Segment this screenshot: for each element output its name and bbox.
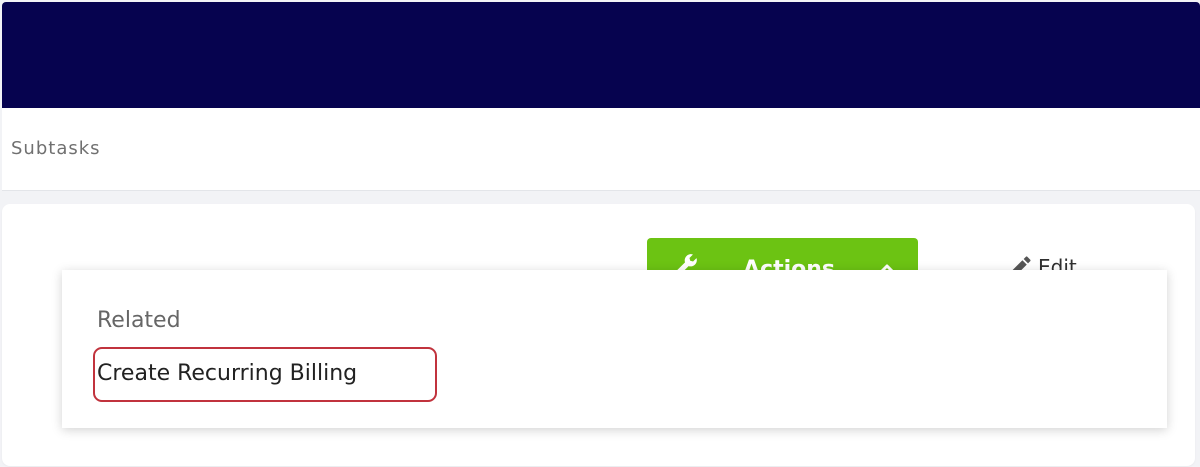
tab-subtasks[interactable]: Subtasks <box>11 138 101 159</box>
dropdown-heading: Related <box>97 308 181 333</box>
menu-item-create-recurring-billing[interactable]: Create Recurring Billing <box>97 361 357 386</box>
tab-strip: Subtasks <box>2 108 1200 191</box>
related-dropdown-menu: Related Create Recurring Billing <box>62 270 1167 428</box>
top-navigation-bar <box>2 2 1200 108</box>
screen: Subtasks Actions Edit Related Create Rec… <box>0 0 1200 467</box>
